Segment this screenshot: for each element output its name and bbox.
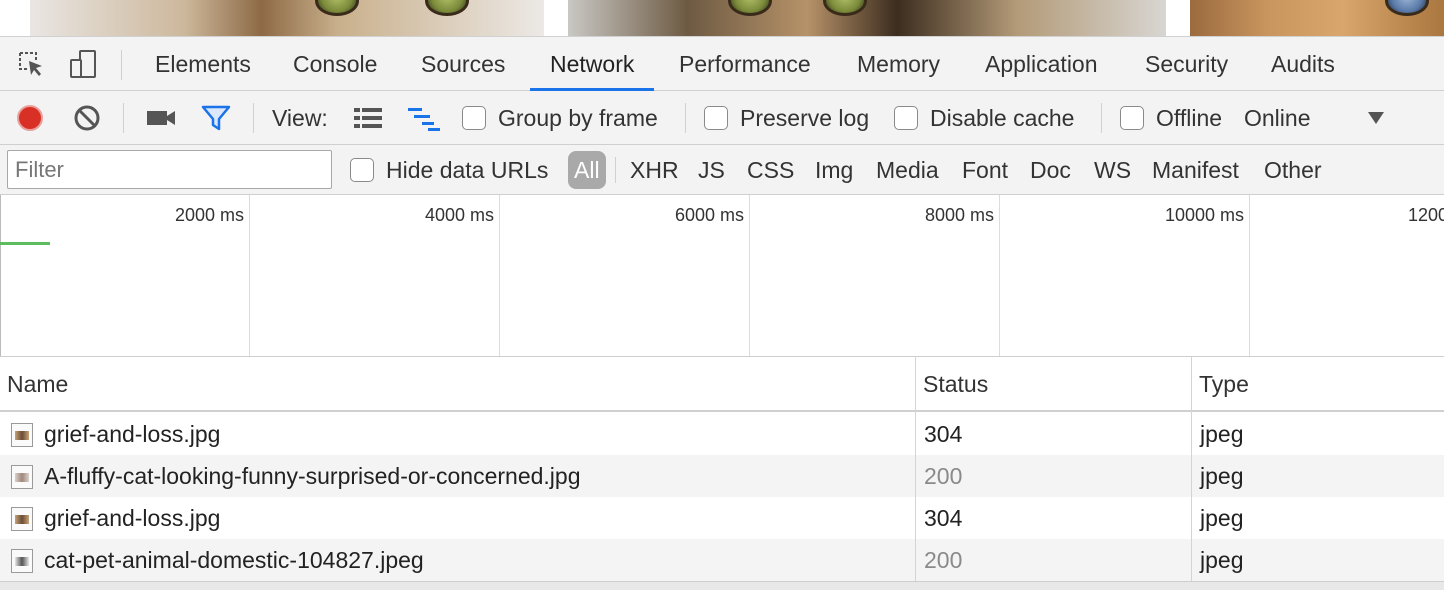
checkbox-box[interactable] <box>1120 106 1144 130</box>
request-type: jpeg <box>1200 547 1244 573</box>
offline-checkbox[interactable]: Offline <box>1120 91 1222 145</box>
filter-funnel-icon <box>201 105 231 131</box>
preserve-log-label: Preserve log <box>740 104 870 131</box>
network-overview-timeline[interactable]: 2000 ms 4000 ms 6000 ms 8000 ms 10000 ms… <box>0 195 1444 357</box>
preserve-log-checkbox[interactable]: Preserve log <box>704 91 869 145</box>
request-name: cat-pet-animal-domestic-104827.jpeg <box>44 547 424 573</box>
record-button[interactable] <box>14 91 46 145</box>
request-name: grief-and-loss.jpg <box>44 421 221 447</box>
table-row[interactable]: grief-and-loss.jpg 304 jpeg <box>0 413 1444 455</box>
offline-label: Offline <box>1156 104 1223 131</box>
table-header: Name Status Type <box>0 357 1444 412</box>
filter-type-media[interactable]: Media <box>876 145 939 195</box>
tab-network[interactable]: Network <box>530 37 655 91</box>
filter-type-font[interactable]: Font <box>962 145 1008 195</box>
tab-security[interactable]: Security <box>1125 37 1248 91</box>
request-type: jpeg <box>1200 421 1244 447</box>
filter-input[interactable] <box>7 150 332 189</box>
group-by-frame-checkbox[interactable]: Group by frame <box>462 91 658 145</box>
disable-cache-checkbox[interactable]: Disable cache <box>894 91 1074 145</box>
image-file-icon <box>11 465 33 489</box>
throttling-dropdown-button[interactable] <box>1366 91 1386 145</box>
inspect-element-icon[interactable] <box>14 47 48 81</box>
request-status: 304 <box>924 505 963 531</box>
filter-type-img[interactable]: Img <box>815 145 853 195</box>
filter-type-js[interactable]: JS <box>698 145 725 195</box>
tab-audits[interactable]: Audits <box>1251 37 1355 91</box>
column-header-name[interactable]: Name <box>0 357 915 412</box>
waterfall-overview-button[interactable] <box>406 91 442 145</box>
request-type: jpeg <box>1200 505 1244 531</box>
dropdown-triangle-icon <box>1368 112 1384 124</box>
clear-button[interactable] <box>72 91 102 145</box>
hide-data-urls-label: Hide data URLs <box>386 156 549 183</box>
requests-table: Name Status Type grief-and-loss.jpg 304 … <box>0 357 1444 590</box>
table-row[interactable]: grief-and-loss.jpg 304 jpeg <box>0 497 1444 539</box>
request-status: 304 <box>924 421 963 447</box>
cat-image <box>568 0 1166 36</box>
timeline-tick-label: 8000 ms <box>924 205 994 225</box>
capture-screenshots-button[interactable] <box>145 91 177 145</box>
clear-icon <box>74 105 100 131</box>
filter-type-all[interactable]: All <box>568 151 606 189</box>
checkbox-box[interactable] <box>894 106 918 130</box>
tab-elements[interactable]: Elements <box>135 37 271 91</box>
column-header-status[interactable]: Status <box>916 357 1191 412</box>
request-type: jpeg <box>1200 463 1244 489</box>
record-icon <box>17 105 43 131</box>
group-by-frame-label: Group by frame <box>498 104 658 131</box>
request-name: grief-and-loss.jpg <box>44 505 221 531</box>
filter-type-doc[interactable]: Doc <box>1030 145 1071 195</box>
checkbox-box[interactable] <box>462 106 486 130</box>
table-footer-divider <box>0 581 1444 590</box>
cat-image <box>30 0 544 36</box>
devtools-tab-bar: Elements Console Sources Network Perform… <box>0 36 1444 91</box>
image-file-icon <box>11 549 33 573</box>
tab-performance[interactable]: Performance <box>659 37 831 91</box>
filter-type-css[interactable]: CSS <box>747 145 794 195</box>
tab-memory[interactable]: Memory <box>837 37 960 91</box>
throttling-select[interactable]: Online <box>1244 91 1310 145</box>
timeline-tick-label: 10000 ms <box>1164 205 1244 225</box>
cat-image <box>1190 0 1444 36</box>
tab-application[interactable]: Application <box>965 37 1118 91</box>
disable-cache-label: Disable cache <box>930 104 1075 131</box>
table-row[interactable]: A-fluffy-cat-looking-funny-surprised-or-… <box>0 455 1444 497</box>
checkbox-box[interactable] <box>350 158 374 182</box>
view-label: View: <box>272 104 328 131</box>
waterfall-overview-icon <box>408 108 440 131</box>
column-header-type[interactable]: Type <box>1192 357 1444 412</box>
filter-type-other[interactable]: Other <box>1264 145 1322 195</box>
filter-type-xhr[interactable]: XHR <box>630 145 679 195</box>
filter-toggle-button[interactable] <box>200 91 232 145</box>
inspected-page-strip <box>0 0 1444 36</box>
request-name: A-fluffy-cat-looking-funny-surprised-or-… <box>44 463 581 489</box>
video-camera-icon <box>147 111 175 125</box>
network-toolbar: View: Group by frame Preserve log Disabl… <box>0 91 1444 145</box>
timeline-tick-label: 4000 ms <box>424 205 494 225</box>
device-toolbar-icon[interactable] <box>66 47 100 81</box>
timeline-tick-label: 2000 ms <box>174 205 244 225</box>
filter-type-ws[interactable]: WS <box>1094 145 1131 195</box>
tab-sources[interactable]: Sources <box>401 37 525 91</box>
large-request-rows-button[interactable] <box>352 91 384 145</box>
timeline-tick-label: 6000 ms <box>674 205 744 225</box>
filter-type-manifest[interactable]: Manifest <box>1152 145 1239 195</box>
table-row[interactable]: cat-pet-animal-domestic-104827.jpeg 200 … <box>0 539 1444 581</box>
image-file-icon <box>11 507 33 531</box>
filter-bar: Hide data URLs All XHR JS CSS Img Media … <box>0 145 1444 195</box>
large-request-rows-icon <box>354 108 382 128</box>
checkbox-box[interactable] <box>704 106 728 130</box>
hide-data-urls-checkbox[interactable]: Hide data URLs <box>350 145 548 195</box>
image-file-icon <box>11 423 33 447</box>
load-progress-bar <box>0 242 50 245</box>
tab-console[interactable]: Console <box>273 37 397 91</box>
request-status: 200 <box>924 463 963 489</box>
request-status: 200 <box>924 547 963 573</box>
timeline-tick-label: 1200 <box>1408 205 1444 225</box>
